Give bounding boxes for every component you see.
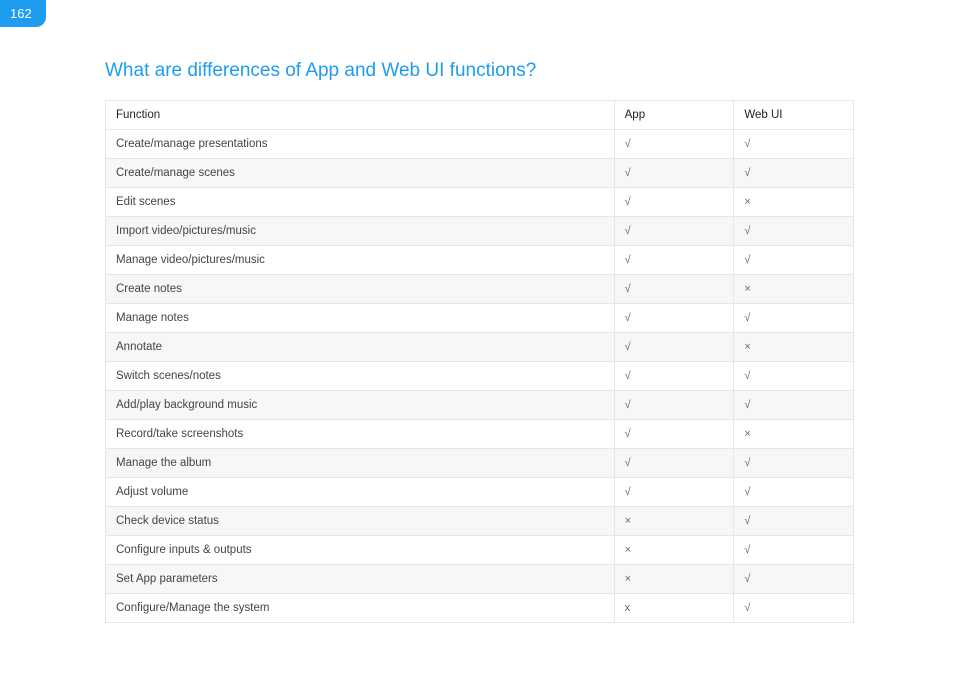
cell-function: Configure inputs & outputs <box>106 536 615 565</box>
table-row: Add/play background music√√ <box>106 391 854 420</box>
cell-function: Set App parameters <box>106 565 615 594</box>
main-content: What are differences of App and Web UI f… <box>0 0 954 663</box>
table-row: Create/manage presentations√√ <box>106 130 854 159</box>
cell-app: × <box>614 536 734 565</box>
header-function: Function <box>106 101 615 130</box>
cell-function: Annotate <box>106 333 615 362</box>
cell-web: √ <box>734 565 854 594</box>
cell-function: Create/manage scenes <box>106 159 615 188</box>
cell-web: √ <box>734 246 854 275</box>
cell-web: √ <box>734 594 854 623</box>
cell-app: √ <box>614 449 734 478</box>
cell-web: √ <box>734 159 854 188</box>
table-row: Manage notes√√ <box>106 304 854 333</box>
cell-function: Configure/Manage the system <box>106 594 615 623</box>
cell-app: √ <box>614 246 734 275</box>
cell-web: √ <box>734 449 854 478</box>
cell-web: √ <box>734 130 854 159</box>
table-row: Annotate√× <box>106 333 854 362</box>
cell-function: Import video/pictures/music <box>106 217 615 246</box>
cell-function: Add/play background music <box>106 391 615 420</box>
page-title: What are differences of App and Web UI f… <box>105 60 854 82</box>
cell-function: Create notes <box>106 275 615 304</box>
table-row: Record/take screenshots√× <box>106 420 854 449</box>
table-row: Check device status×√ <box>106 507 854 536</box>
cell-function: Manage video/pictures/music <box>106 246 615 275</box>
table-row: Set App parameters×√ <box>106 565 854 594</box>
table-row: Manage video/pictures/music√√ <box>106 246 854 275</box>
cell-function: Manage notes <box>106 304 615 333</box>
table-row: Edit scenes√× <box>106 188 854 217</box>
cell-web: √ <box>734 304 854 333</box>
cell-function: Edit scenes <box>106 188 615 217</box>
table-row: Create notes√× <box>106 275 854 304</box>
table-row: Manage the album√√ <box>106 449 854 478</box>
cell-app: x <box>614 594 734 623</box>
table-row: Switch scenes/notes√√ <box>106 362 854 391</box>
cell-app: √ <box>614 130 734 159</box>
cell-function: Manage the album <box>106 449 615 478</box>
cell-web: × <box>734 333 854 362</box>
cell-web: √ <box>734 362 854 391</box>
cell-web: × <box>734 275 854 304</box>
cell-function: Check device status <box>106 507 615 536</box>
cell-app: √ <box>614 362 734 391</box>
cell-app: √ <box>614 275 734 304</box>
header-app: App <box>614 101 734 130</box>
cell-app: √ <box>614 391 734 420</box>
header-web: Web UI <box>734 101 854 130</box>
table-header-row: Function App Web UI <box>106 101 854 130</box>
cell-web: √ <box>734 391 854 420</box>
cell-web: √ <box>734 536 854 565</box>
cell-function: Adjust volume <box>106 478 615 507</box>
cell-web: √ <box>734 478 854 507</box>
cell-app: √ <box>614 188 734 217</box>
table-row: Configure inputs & outputs×√ <box>106 536 854 565</box>
cell-app: √ <box>614 159 734 188</box>
cell-app: × <box>614 565 734 594</box>
cell-web: √ <box>734 217 854 246</box>
cell-app: √ <box>614 217 734 246</box>
cell-function: Create/manage presentations <box>106 130 615 159</box>
page-number-badge: 162 <box>0 0 46 27</box>
cell-web: × <box>734 420 854 449</box>
cell-web: √ <box>734 507 854 536</box>
cell-app: √ <box>614 478 734 507</box>
table-row: Configure/Manage the systemx√ <box>106 594 854 623</box>
cell-app: √ <box>614 333 734 362</box>
comparison-table: Function App Web UI Create/manage presen… <box>105 100 854 623</box>
cell-function: Record/take screenshots <box>106 420 615 449</box>
cell-function: Switch scenes/notes <box>106 362 615 391</box>
table-row: Adjust volume√√ <box>106 478 854 507</box>
cell-app: × <box>614 507 734 536</box>
cell-app: √ <box>614 420 734 449</box>
cell-app: √ <box>614 304 734 333</box>
table-row: Import video/pictures/music√√ <box>106 217 854 246</box>
table-row: Create/manage scenes√√ <box>106 159 854 188</box>
cell-web: × <box>734 188 854 217</box>
